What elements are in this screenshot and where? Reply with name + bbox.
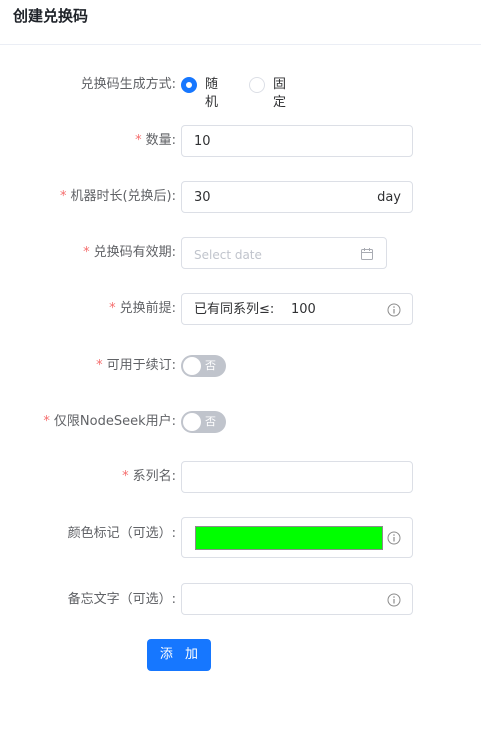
series-name-input[interactable] <box>181 461 413 493</box>
radio-random-label[interactable]: 随机 <box>205 76 218 112</box>
quantity-label: * 数量: <box>135 133 176 148</box>
radio-fixed-label[interactable]: 固定 <box>273 76 286 112</box>
required-mark: * <box>83 245 90 260</box>
prerequisite-row: * 兑换前提: 已有同系列≤: 100 <box>0 293 481 325</box>
color-swatch[interactable] <box>195 526 383 550</box>
duration-input[interactable]: 30 day <box>181 181 413 213</box>
dialog-header: 创建兑换码 <box>0 0 481 45</box>
required-mark: * <box>109 301 116 316</box>
prerequisite-prefix: 已有同系列≤: <box>194 302 275 317</box>
info-icon[interactable] <box>387 531 401 545</box>
gen-mode-label: 兑换码生成方式: <box>80 77 176 92</box>
quantity-input[interactable]: 10 <box>181 125 413 157</box>
prerequisite-input[interactable]: 已有同系列≤: 100 <box>181 293 413 325</box>
radio-random[interactable] <box>181 77 197 93</box>
duration-row: * 机器时长(兑换后): 30 day <box>0 181 481 213</box>
calendar-icon[interactable] <box>360 247 374 261</box>
validity-label: * 兑换码有效期: <box>83 245 176 260</box>
memo-label: 备忘文字（可选）: <box>67 592 176 607</box>
required-mark: * <box>59 189 67 204</box>
renewal-label: * 可用于续订: <box>96 358 176 373</box>
validity-placeholder: Select date <box>194 248 262 262</box>
duration-unit: day <box>377 190 401 205</box>
prerequisite-value: 100 <box>291 302 316 317</box>
validity-row: * 兑换码有效期: Select date <box>0 237 481 269</box>
info-icon[interactable] <box>387 303 401 317</box>
memo-input[interactable] <box>181 583 413 615</box>
series-name-label: * 系列名: <box>122 469 176 484</box>
duration-label: * 机器时长(兑换后): <box>59 189 176 204</box>
series-name-row: * 系列名: <box>0 461 481 493</box>
color-tag-label: 颜色标记（可选）: <box>67 526 176 541</box>
renewal-row: * 可用于续订: 否 <box>0 355 481 377</box>
switch-knob <box>183 357 201 375</box>
add-button[interactable]: 添 加 <box>147 639 211 671</box>
renewal-switch[interactable]: 否 <box>181 355 226 377</box>
info-icon[interactable] <box>387 593 401 607</box>
color-tag-input[interactable] <box>181 517 413 558</box>
required-mark: * <box>43 414 50 429</box>
page-title: 创建兑换码 <box>13 7 89 25</box>
radio-fixed[interactable] <box>249 77 265 93</box>
validity-date-picker[interactable]: Select date <box>181 237 387 269</box>
nodeseek-row: * 仅限NodeSeek用户: 否 <box>0 411 481 433</box>
nodeseek-label: * 仅限NodeSeek用户: <box>43 414 176 429</box>
required-mark: * <box>122 469 129 484</box>
required-mark: * <box>96 358 103 373</box>
gen-mode-row: 兑换码生成方式: 随机 固定 <box>0 76 481 110</box>
memo-row: 备忘文字（可选）: <box>0 583 481 615</box>
nodeseek-switch[interactable]: 否 <box>181 411 226 433</box>
quantity-row: * 数量: 10 <box>0 125 481 157</box>
switch-state-text: 否 <box>205 359 216 372</box>
switch-knob <box>183 413 201 431</box>
prerequisite-label: * 兑换前提: <box>109 301 176 316</box>
quantity-value: 10 <box>194 134 211 149</box>
required-mark: * <box>135 133 142 148</box>
color-tag-row: 颜色标记（可选）: <box>0 517 481 558</box>
duration-value: 30 <box>194 190 211 205</box>
switch-state-text: 否 <box>205 415 216 428</box>
